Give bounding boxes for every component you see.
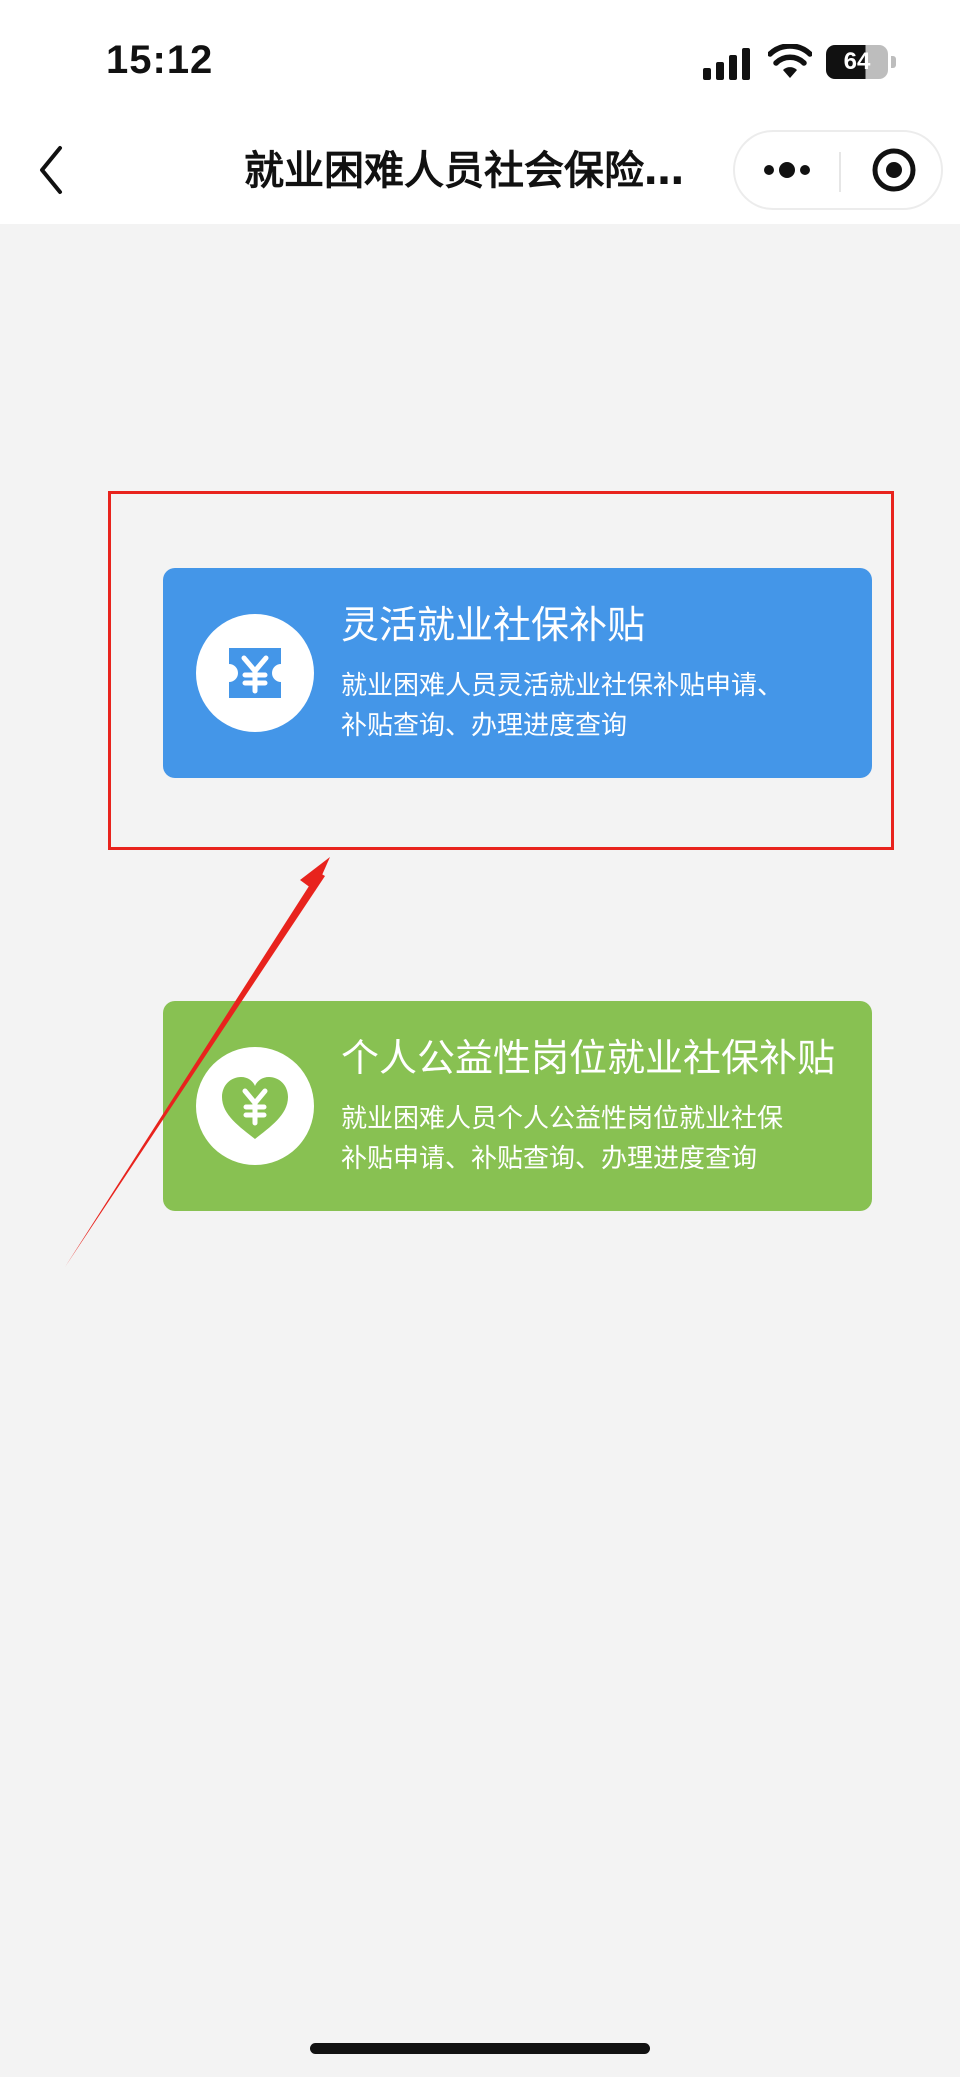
annotation-highlight-box bbox=[108, 491, 894, 850]
yen-heart-icon bbox=[222, 1077, 288, 1139]
public-welfare-post-subsidy-card[interactable]: 个人公益性岗位就业社保补贴 就业困难人员个人公益性岗位就业社保 补贴申请、补贴查… bbox=[163, 1001, 872, 1211]
card-title: 个人公益性岗位就业社保补贴 bbox=[341, 1036, 836, 1080]
card-icon-badge bbox=[196, 1047, 314, 1165]
wifi-icon bbox=[768, 44, 812, 78]
card-description-line-1: 就业困难人员个人公益性岗位就业社保 bbox=[341, 1104, 784, 1134]
back-button[interactable] bbox=[30, 138, 78, 202]
card-description: 就业困难人员个人公益性岗位就业社保 补贴申请、补贴查询、办理进度查询 bbox=[341, 1099, 851, 1179]
battery-icon: 64 bbox=[826, 45, 896, 79]
chevron-left-icon bbox=[40, 146, 62, 194]
mini-program-capsule bbox=[733, 130, 943, 210]
home-indicator bbox=[310, 2043, 650, 2054]
close-button[interactable] bbox=[841, 132, 941, 208]
battery-level: 64 bbox=[843, 48, 871, 75]
card-description-line-2: 补贴申请、补贴查询、办理进度查询 bbox=[341, 1144, 758, 1174]
top-bar: 15:12 64 就业困难人员社会保险… bbox=[0, 0, 960, 224]
status-time: 15:12 bbox=[106, 38, 214, 82]
target-circle-icon bbox=[872, 148, 916, 192]
page-title: 就业困难人员社会保险… bbox=[244, 148, 684, 194]
signal-icon bbox=[703, 48, 750, 80]
more-dots-icon bbox=[764, 162, 810, 178]
more-button[interactable] bbox=[735, 132, 839, 208]
